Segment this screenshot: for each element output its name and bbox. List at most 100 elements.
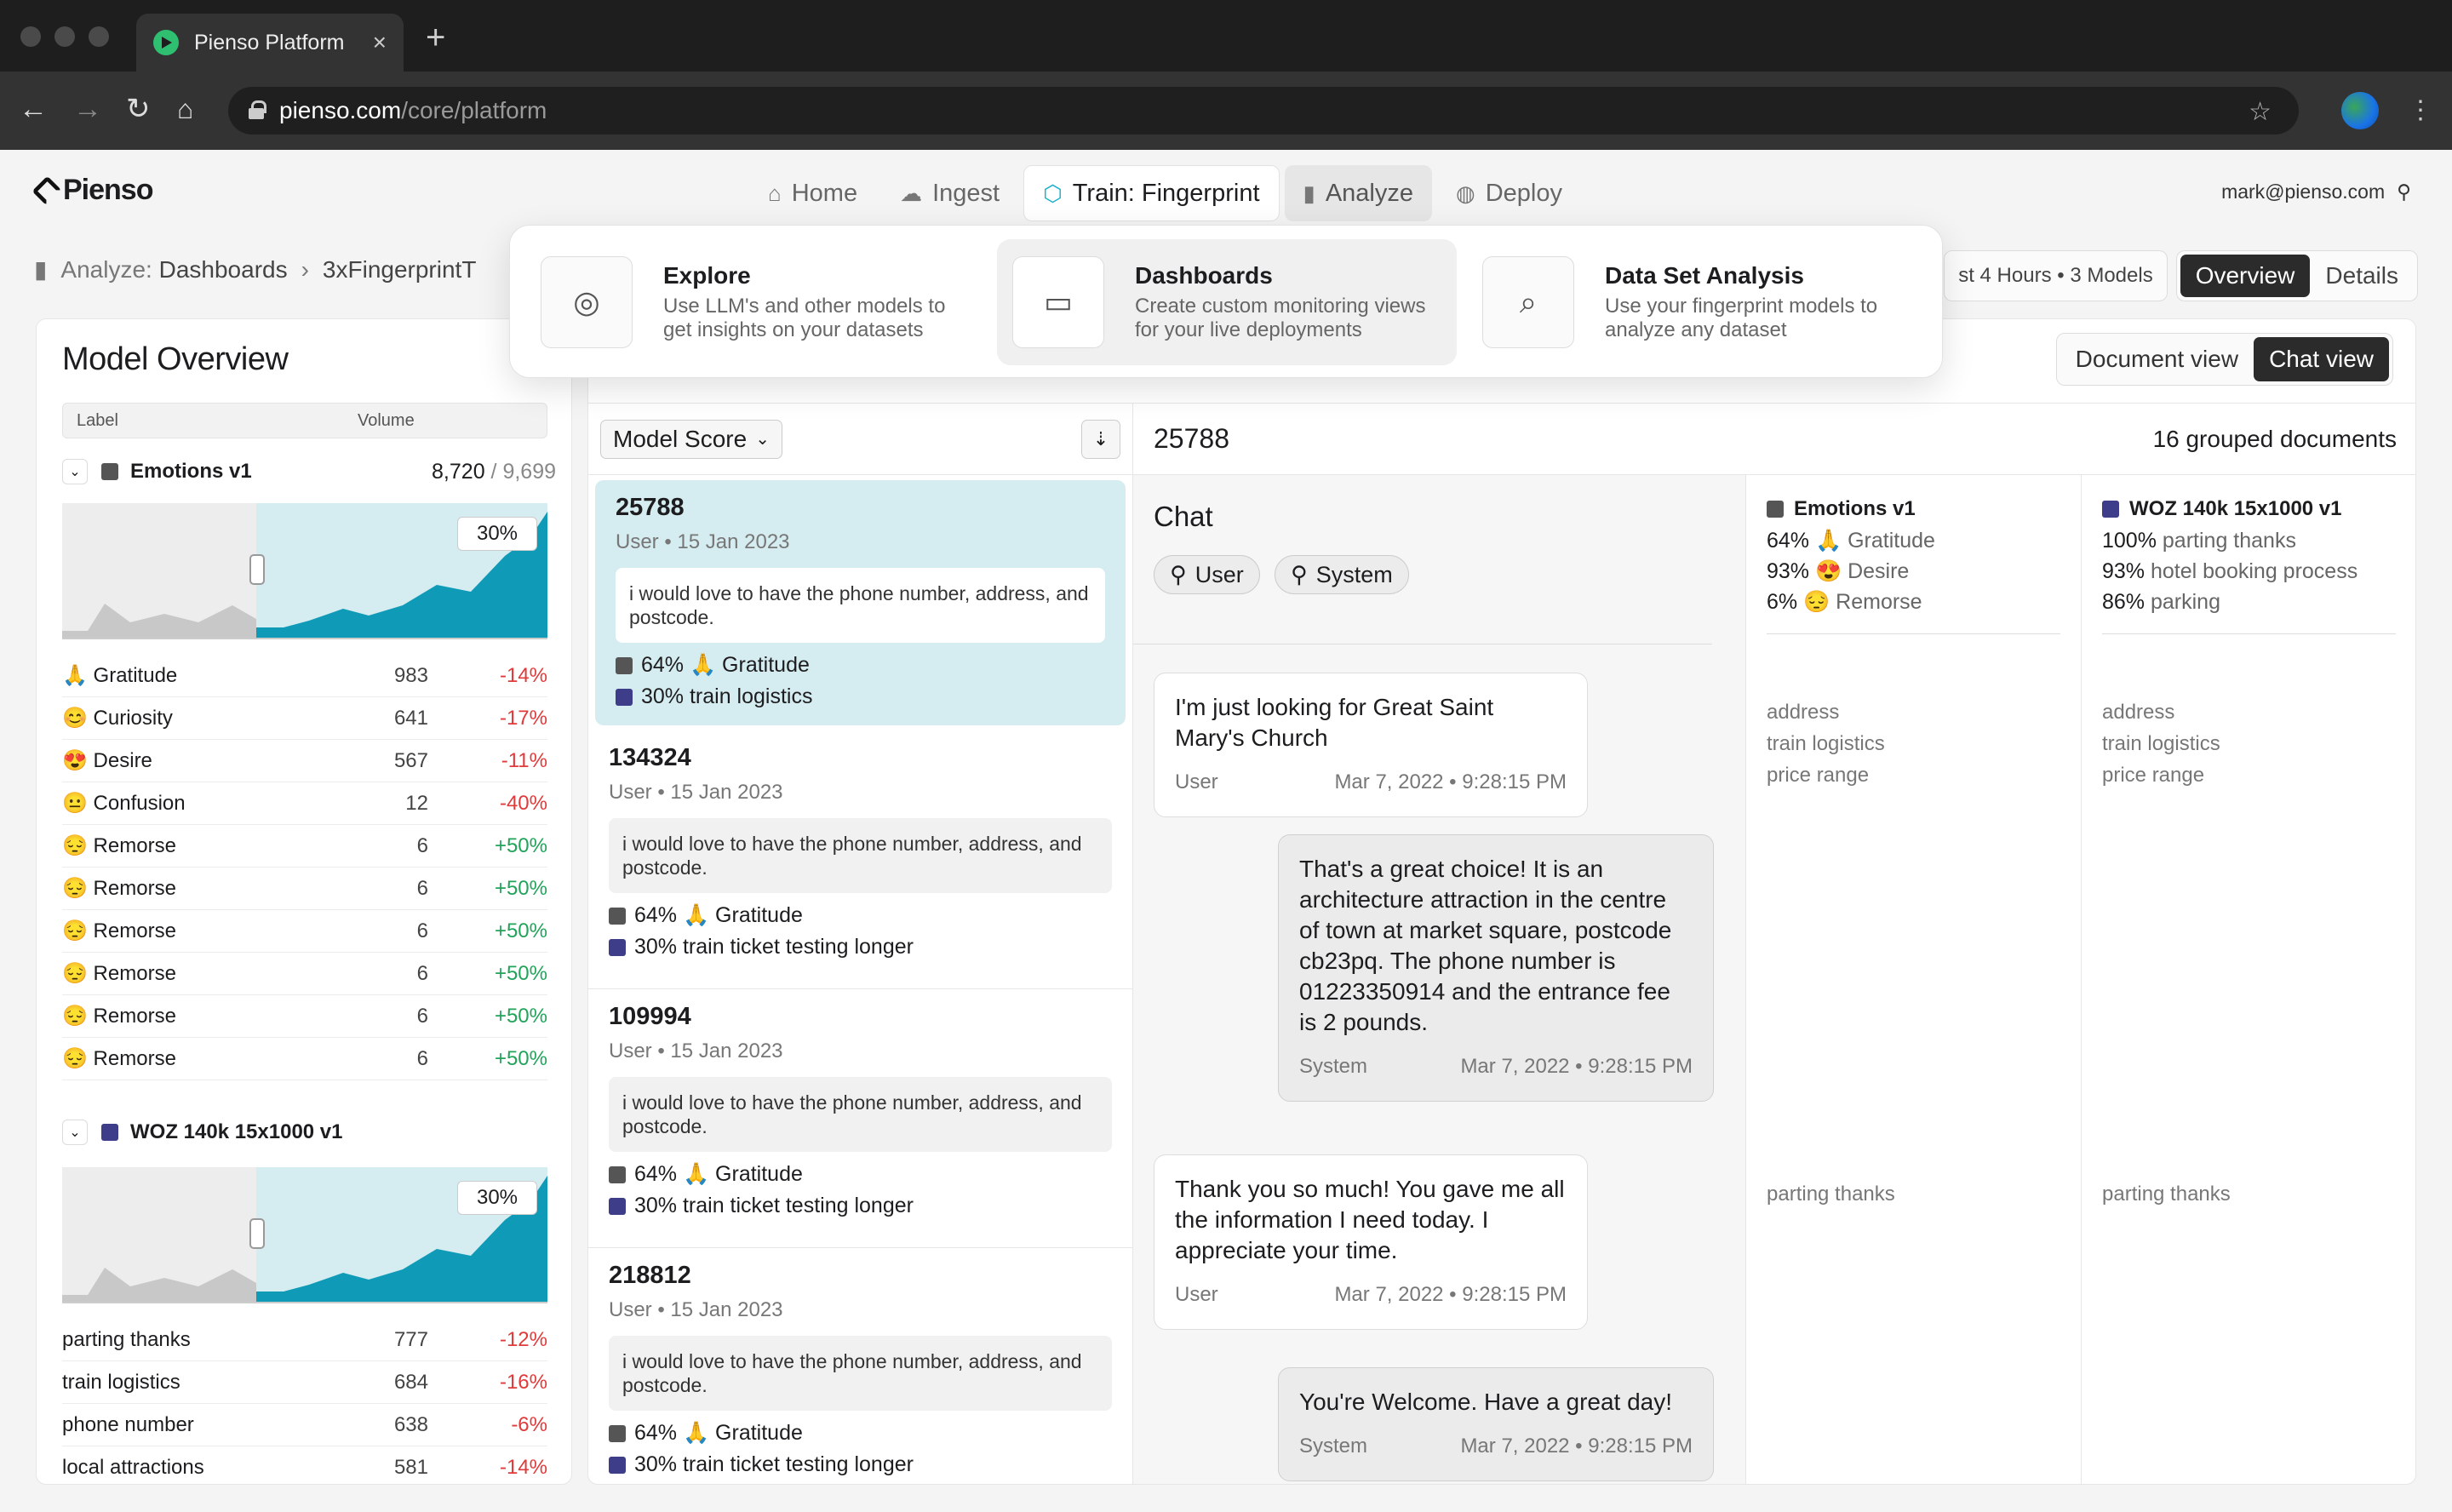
globe-icon: ◍ (1456, 180, 1475, 206)
menu-item-data-set-analysis[interactable]: ⌕ Data Set Analysis Use your fingerprint … (1467, 239, 1927, 365)
document-view-tab[interactable]: Document view (2060, 337, 2254, 381)
browser-toolbar: ← → ↻ ⌂ pienso.com/core/platform ☆ ⋮ (0, 72, 2452, 150)
model-group-emotions[interactable]: ⌄ Emotions v1 8,720 / 9,699 (62, 459, 556, 484)
woz-volume-chart[interactable]: 30% (62, 1167, 547, 1303)
label-row[interactable]: 😔 Remorse 6 +50% (62, 825, 547, 868)
profile-avatar[interactable] (2341, 92, 2379, 129)
chat-message[interactable]: Thank you so much! You gave me all the i… (1154, 1154, 1588, 1330)
document-card[interactable]: 109994 User • 15 Jan 2023 i would love t… (588, 989, 1132, 1248)
minimize-window-button[interactable] (54, 26, 75, 47)
header-controls: st 4 Hours • 3 Models Overview Details (1944, 250, 2418, 301)
browser-menu-icon[interactable]: ⋮ (2408, 95, 2433, 125)
woz-labels-column: WOZ 140k 15x1000 v1 100% parting thanks … (2082, 475, 2415, 1484)
nav-analyze[interactable]: ▮ Analyze (1284, 165, 1432, 221)
emotions-model-icon (609, 1424, 626, 1442)
row-volume: 6 (416, 833, 428, 857)
menu-item-dashboards[interactable]: ▭ Dashboards Create custom monitoring vie… (997, 239, 1457, 365)
document-card[interactable]: 25788 User • 15 Jan 2023 i would love to… (595, 480, 1126, 725)
document-tag: 64% 🙏 Gratitude (609, 1421, 1112, 1446)
label-row[interactable]: train logistics 684 -16% (62, 1361, 547, 1404)
breadcrumb-current: 3xFingerprintT (322, 255, 477, 283)
overview-tab[interactable]: Overview (2180, 255, 2311, 297)
chat-message[interactable]: You're Welcome. Have a great day! System… (1278, 1367, 1714, 1481)
label-row[interactable]: 😐 Confusion 12 -40% (62, 782, 547, 825)
back-icon[interactable]: ← (19, 92, 48, 126)
document-tag: 64% 🙏 Gratitude (609, 1162, 1112, 1187)
user-menu[interactable]: mark@pienso.com ⚲ (2221, 180, 2411, 203)
user-icon: ⚲ (2397, 180, 2411, 203)
emotions-model-icon (616, 656, 633, 674)
url-path: /core/platform (401, 97, 547, 123)
document-meta: User • 15 Jan 2023 (609, 781, 783, 804)
browser-tab[interactable]: Pienso Platform × (136, 14, 404, 72)
nav-home[interactable]: ⌂ Home (749, 165, 876, 221)
sort-order-icon[interactable]: ⇣ (1081, 419, 1120, 459)
range-handle[interactable] (249, 1218, 265, 1249)
row-volume: 641 (393, 706, 428, 730)
label-row[interactable]: phone number 638 -6% (62, 1404, 547, 1446)
document-card[interactable]: 218812 User • 15 Jan 2023 i would love t… (588, 1248, 1132, 1484)
chat-message[interactable]: I'm just looking for Great Saint Mary's … (1154, 673, 1588, 817)
row-label: 😔 Remorse (62, 1005, 176, 1028)
grouped-labels: address train logistics price range (1767, 701, 1885, 787)
document-tag: 64% 🙏 Gratitude (609, 903, 1112, 928)
new-tab-icon[interactable]: + (426, 20, 445, 54)
forward-icon[interactable]: → (73, 92, 102, 126)
row-volume: 777 (393, 1327, 428, 1351)
label-row[interactable]: 😔 Remorse 6 +50% (62, 953, 547, 995)
document-snippet: i would love to have the phone number, a… (609, 818, 1112, 893)
row-volume: 6 (416, 1046, 428, 1070)
bookmark-star-icon[interactable]: ☆ (2249, 97, 2272, 127)
label-score: 93% hotel booking process (2102, 559, 2358, 583)
document-card[interactable]: 134324 User • 15 Jan 2023 i would love t… (588, 730, 1132, 989)
details-tab[interactable]: Details (2310, 255, 2414, 297)
house-icon: ⌂ (768, 180, 782, 206)
browser-titlebar: Pienso Platform × + (0, 0, 2452, 72)
divider (2102, 633, 2396, 634)
grouped-count[interactable]: 16 grouped documents (2153, 426, 2397, 453)
detail-id: 25788 (1154, 423, 1229, 454)
maximize-window-button[interactable] (89, 26, 109, 47)
nav-ingest[interactable]: ☁ Ingest (881, 165, 1018, 221)
label-row[interactable]: 😔 Remorse 6 +50% (62, 868, 547, 910)
model-group-woz[interactable]: ⌄ WOZ 140k 15x1000 v1 (62, 1120, 556, 1145)
top-nav: ⌂ Home ☁ Ingest ⬡ Train: Fingerprint ▮ Analy… (749, 165, 1581, 221)
nav-deploy[interactable]: ◍ Deploy (1437, 165, 1581, 221)
breadcrumb-section[interactable]: Analyze: Dashboards (60, 256, 287, 284)
chat-message[interactable]: That's a great choice! It is an architec… (1278, 834, 1714, 1102)
close-tab-icon[interactable]: × (373, 29, 387, 56)
chevron-down-icon[interactable]: ⌄ (62, 1120, 88, 1145)
range-handle[interactable] (249, 554, 265, 585)
nav-train[interactable]: ⬡ Train: Fingerprint (1023, 165, 1280, 221)
reload-icon[interactable]: ↻ (126, 92, 151, 126)
message-time: Mar 7, 2022 • 9:28:15 PM (1460, 1055, 1693, 1078)
document-detail: 25788 16 grouped documents Chat ⚲ User ⚲ S… (1133, 403, 2415, 1484)
chat-view-tab[interactable]: Chat view (2254, 337, 2389, 381)
menu-item-explore[interactable]: ◎ Explore Use LLM's and other models to g… (525, 239, 985, 365)
address-bar[interactable]: pienso.com/core/platform ☆ (228, 87, 2299, 135)
row-label: 😔 Remorse (62, 919, 176, 942)
home-icon[interactable]: ⌂ (177, 92, 193, 126)
close-window-button[interactable] (20, 26, 41, 47)
user-email: mark@pienso.com (2221, 180, 2386, 203)
filter-user-pill[interactable]: ⚲ User (1154, 555, 1260, 594)
label-row[interactable]: 🙏 Gratitude 983 -14% (62, 655, 547, 697)
timeframe-chip[interactable]: st 4 Hours • 3 Models (1944, 250, 2168, 301)
label-row[interactable]: parting thanks 777 -12% (62, 1319, 547, 1361)
label-row[interactable]: 😔 Remorse 6 +50% (62, 910, 547, 953)
row-delta: -16% (499, 1370, 547, 1394)
label-row[interactable]: 😔 Remorse 6 +50% (62, 995, 547, 1038)
brand-logo[interactable]: Pienso (32, 174, 153, 207)
label-row[interactable]: 😊 Curiosity 641 -17% (62, 697, 547, 740)
label-row[interactable]: 😔 Remorse 6 +50% (62, 1038, 547, 1080)
sort-dropdown[interactable]: Model Score ⌄ (600, 419, 782, 459)
emotions-volume-chart[interactable]: 30% (62, 503, 547, 639)
document-meta: User • 15 Jan 2023 (609, 1298, 783, 1321)
label-row[interactable]: 😍 Desire 567 -11% (62, 740, 547, 782)
breadcrumb: ▮ Analyze: Dashboards › 3xFingerprintT (34, 255, 476, 284)
filter-system-pill[interactable]: ⚲ System (1275, 555, 1409, 594)
label-row[interactable]: local attractions 581 -14% (62, 1446, 547, 1484)
row-delta: -14% (499, 1455, 547, 1479)
row-label: 😔 Remorse (62, 962, 176, 985)
chevron-down-icon[interactable]: ⌄ (62, 459, 88, 484)
